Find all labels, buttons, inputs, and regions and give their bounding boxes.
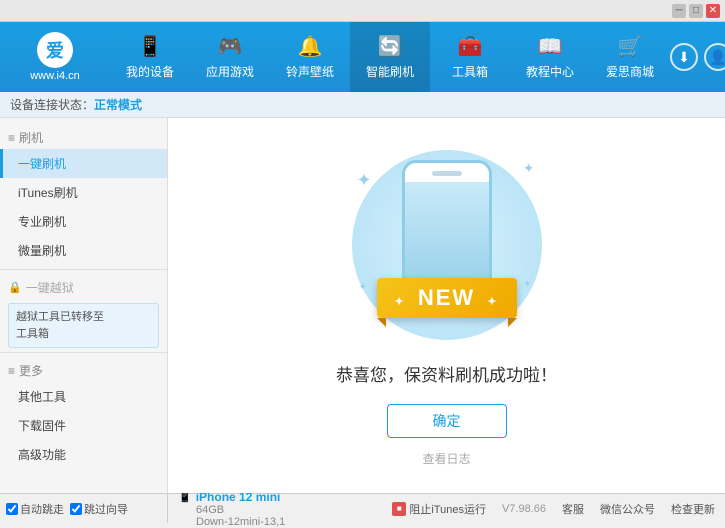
ribbon-star-left: ✦ (394, 296, 405, 308)
nav-smart-flash[interactable]: 🔄 智能刷机 (350, 22, 430, 92)
bottom-bar: 自动跳走 跳过向导 📱 iPhone 12 mini 64GB Down-12m… (0, 493, 725, 523)
device-firmware: Down-12mini-13,1 (178, 516, 285, 528)
logo-area[interactable]: 爱 www.i4.cn (0, 22, 110, 92)
sparkle-bl: ✦ (359, 282, 367, 293)
user-btn[interactable]: 👤 (704, 43, 725, 71)
tutorial-icon: 📖 (538, 34, 563, 59)
bottom-right-links: ■ 阻止iTunes运行 V7.98.66 客服 微信公众号 检查更新 (392, 501, 715, 517)
nav-toolbox[interactable]: 🧰 工具箱 (430, 22, 510, 92)
nav-ringtone-label: 铃声壁纸 (286, 63, 334, 80)
phone-speaker (432, 171, 462, 176)
lock-icon: 🔒 (8, 281, 22, 294)
bottom-sidebar: 自动跳走 跳过向导 (0, 494, 168, 523)
auto-jump-label: 自动跳走 (20, 501, 64, 517)
shop-icon: 🛒 (618, 34, 643, 59)
sidebar: ≡ 刷机 一键刷机 iTunes刷机 专业刷机 微量刷机 🔒 一键越狱 (0, 118, 168, 493)
close-btn[interactable]: ✕ (706, 4, 720, 18)
version-text: V7.98.66 (502, 503, 546, 515)
toolbox-icon: 🧰 (458, 34, 483, 59)
skip-wizard-label: 跳过向导 (84, 501, 128, 517)
status-label: 设备连接状态： (10, 96, 94, 113)
sidebar-item-one-click-flash[interactable]: 一键刷机 (0, 149, 167, 178)
device-storage: 64GB (178, 504, 285, 516)
nav-my-device-label: 我的设备 (126, 63, 174, 80)
auto-close-link[interactable]: 查看日志 (422, 450, 470, 467)
nav-smart-flash-label: 智能刷机 (366, 63, 414, 80)
flash-group-icon: ≡ (8, 131, 15, 145)
success-message: 恭喜您，保资料刷机成功啦！ (336, 361, 557, 386)
illustration-wrapper: ✦ ✦ ✦ ✦ ✦ NEW ✦ (347, 145, 547, 345)
sidebar-item-other-tools[interactable]: 其他工具 (0, 382, 167, 411)
sidebar-item-micro-flash[interactable]: 微量刷机 (0, 236, 167, 265)
more-group-icon: ≡ (8, 364, 15, 378)
sidebar-group-flash: ≡ 刷机 (0, 124, 167, 149)
auto-jump-checkbox[interactable] (6, 503, 18, 515)
title-bar: ─ □ ✕ (0, 0, 725, 22)
sidebar-item-pro-flash[interactable]: 专业刷机 (0, 207, 167, 236)
my-device-icon: 📱 (138, 34, 163, 59)
sidebar-item-itunes-flash[interactable]: iTunes刷机 (0, 178, 167, 207)
auto-jump-checkbox-label[interactable]: 自动跳走 (6, 501, 64, 517)
sidebar-item-advanced[interactable]: 高级功能 (0, 440, 167, 469)
sparkle-tr: ✦ (523, 160, 535, 177)
maximize-btn[interactable]: □ (689, 4, 703, 18)
nav-toolbox-label: 工具箱 (452, 63, 488, 80)
itunes-stop-button[interactable]: ■ 阻止iTunes运行 (392, 501, 486, 517)
nav-right-buttons: ⬇ 👤 (670, 43, 725, 71)
bottom-content: 📱 iPhone 12 mini 64GB Down-12mini-13,1 ■… (168, 494, 725, 523)
sidebar-item-download-firmware[interactable]: 下载固件 (0, 411, 167, 440)
status-bar: 设备连接状态： 正常模式 (0, 92, 725, 118)
check-update-link[interactable]: 检查更新 (671, 501, 715, 517)
nav-apps-games[interactable]: 🎮 应用游戏 (190, 22, 270, 92)
itunes-stop-label: 阻止iTunes运行 (409, 501, 486, 517)
skip-wizard-checkbox[interactable] (70, 503, 82, 515)
content-area: ✦ ✦ ✦ ✦ ✦ NEW ✦ 恭 (168, 118, 725, 493)
sidebar-group-jailbreak: 🔒 一键越狱 (0, 274, 167, 299)
logo-site: www.i4.cn (30, 70, 80, 82)
device-info-area: 📱 iPhone 12 mini 64GB Down-12mini-13,1 (178, 490, 285, 528)
sidebar-jailbreak-notice: 越狱工具已转移至 工具箱 (8, 303, 159, 348)
stop-icon: ■ (392, 502, 406, 516)
ribbon-tail-right (508, 318, 517, 327)
nav-tutorial[interactable]: 📖 教程中心 (510, 22, 590, 92)
new-text: NEW (418, 285, 475, 310)
header: 爱 www.i4.cn 📱 我的设备 🎮 应用游戏 🔔 铃声壁纸 🔄 智能刷机 … (0, 22, 725, 92)
nav-tutorial-label: 教程中心 (526, 63, 574, 80)
new-ribbon-wrapper: ✦ NEW ✦ (376, 278, 516, 327)
nav-shop[interactable]: 🛒 爱思商城 (590, 22, 670, 92)
sidebar-group-more: ≡ 更多 (0, 357, 167, 382)
smart-flash-icon: 🔄 (378, 34, 403, 59)
minimize-btn[interactable]: ─ (672, 4, 686, 18)
customer-service-link[interactable]: 客服 (562, 501, 584, 517)
device-section: 自动跳走 跳过向导 (6, 501, 161, 517)
sparkle-br: ✦ (523, 279, 531, 290)
status-value: 正常模式 (94, 96, 142, 113)
nav-apps-games-label: 应用游戏 (206, 63, 254, 80)
nav-ringtone[interactable]: 🔔 铃声壁纸 (270, 22, 350, 92)
ringtone-icon: 🔔 (298, 34, 323, 59)
nav-bar: 📱 我的设备 🎮 应用游戏 🔔 铃声壁纸 🔄 智能刷机 🧰 工具箱 📖 教程中心… (110, 22, 670, 92)
nav-my-device[interactable]: 📱 我的设备 (110, 22, 190, 92)
new-ribbon: ✦ NEW ✦ (376, 278, 516, 318)
sparkle-tl: ✦ (357, 170, 372, 191)
confirm-button[interactable]: 确定 (387, 404, 507, 438)
wechat-link[interactable]: 微信公众号 (600, 501, 655, 517)
download-btn[interactable]: ⬇ (670, 43, 698, 71)
apps-games-icon: 🎮 (218, 34, 243, 59)
skip-wizard-checkbox-label[interactable]: 跳过向导 (70, 501, 128, 517)
nav-shop-label: 爱思商城 (606, 63, 654, 80)
ribbon-star-right: ✦ (487, 296, 498, 308)
checkbox-row: 自动跳走 跳过向导 (6, 501, 161, 517)
ribbon-tail-left (376, 318, 385, 327)
logo-icon: 爱 (37, 32, 73, 68)
